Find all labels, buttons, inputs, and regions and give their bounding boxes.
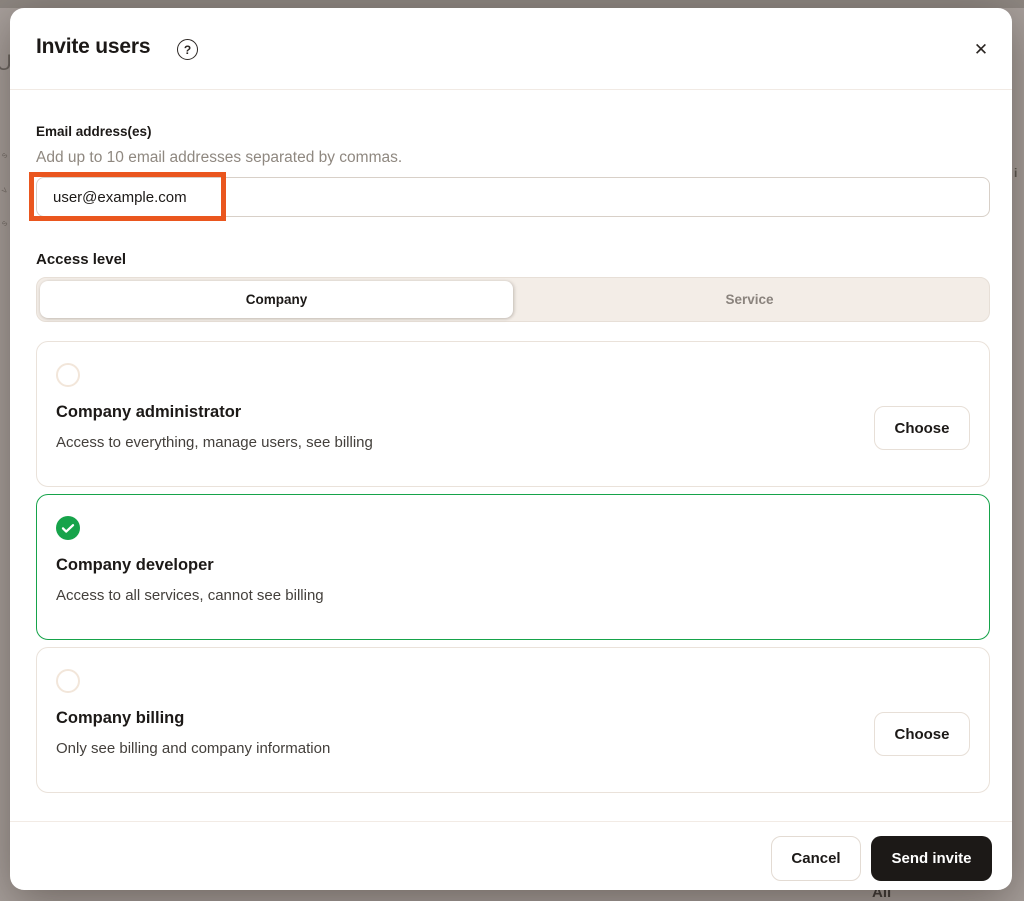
invite-users-dialog: Invite users ? ✕ Email address(es) Add u… (10, 8, 1012, 890)
role-title: Company administrator (56, 403, 242, 421)
close-icon[interactable]: ✕ (968, 37, 994, 63)
access-level-segmented-control: Company Service (36, 277, 990, 322)
role-card-company-developer[interactable]: Company developer Access to all services… (36, 494, 990, 640)
role-card-company-administrator[interactable]: Company administrator Access to everythi… (36, 341, 990, 487)
check-circle-icon (56, 516, 80, 540)
role-title: Company developer (56, 556, 214, 574)
email-input[interactable] (36, 177, 990, 217)
email-helper-text: Add up to 10 email addresses separated b… (36, 149, 403, 166)
choose-button[interactable]: Choose (874, 712, 970, 756)
radio-unselected-icon[interactable] (56, 669, 80, 693)
email-label: Email address(es) (36, 124, 152, 139)
radio-unselected-icon[interactable] (56, 363, 80, 387)
tab-company[interactable]: Company (40, 281, 513, 318)
background-text-fragment: v (0, 184, 10, 196)
tab-service[interactable]: Service (513, 281, 986, 318)
background-text-fragment: s (0, 217, 10, 229)
dialog-footer: Cancel Send invite (10, 821, 1012, 890)
background-text-fragment: i (1014, 166, 1018, 180)
backdrop-top-strip (0, 0, 1024, 8)
cancel-button[interactable]: Cancel (771, 836, 861, 881)
help-icon[interactable]: ? (177, 39, 198, 60)
role-title: Company billing (56, 709, 185, 727)
background-text-fragment: s (0, 149, 10, 161)
role-card-company-billing[interactable]: Company billing Only see billing and com… (36, 647, 990, 793)
send-invite-button[interactable]: Send invite (871, 836, 992, 881)
dialog-header: Invite users ? ✕ (10, 8, 1012, 90)
role-description: Only see billing and company information (56, 740, 331, 757)
role-description: Access to all services, cannot see billi… (56, 587, 324, 604)
role-description: Access to everything, manage users, see … (56, 434, 373, 451)
access-level-label: Access level (36, 251, 127, 268)
dialog-title: Invite users (36, 35, 151, 58)
choose-button[interactable]: Choose (874, 406, 970, 450)
